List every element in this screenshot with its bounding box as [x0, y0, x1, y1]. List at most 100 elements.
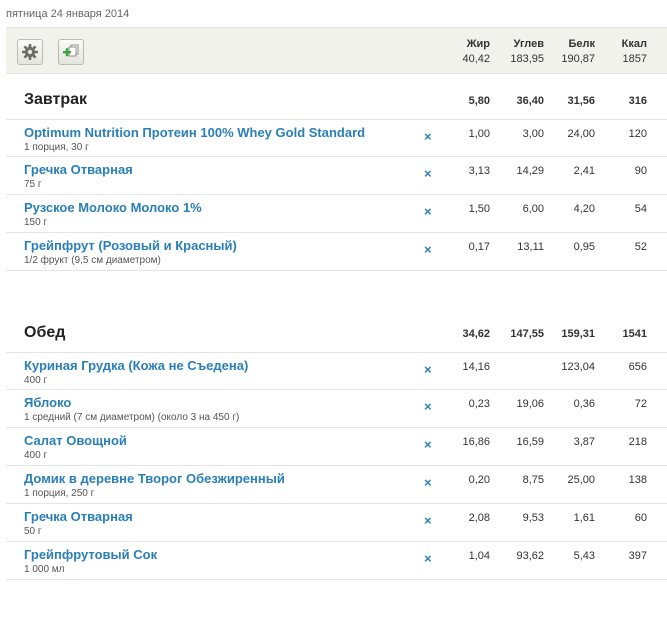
meal-breakfast-protein: 31,56 [567, 95, 595, 107]
meal-breakfast-carb: 36,40 [516, 95, 544, 107]
food-fat: 1,04 [468, 550, 490, 562]
food-name-link[interactable]: Optimum Nutrition Протеин 100% Whey Gold… [24, 125, 365, 140]
diary-header-bar: Жир Углев Белк Ккал 40,42 183,95 190,87 … [6, 27, 667, 74]
delete-icon[interactable]: × [424, 513, 432, 528]
food-carb: 6,00 [522, 203, 544, 215]
meal-breakfast-fat: 5,80 [468, 95, 490, 107]
food-kcal: 72 [634, 398, 647, 410]
food-fat: 16,86 [462, 436, 490, 448]
food-name-link[interactable]: Грейпфрут (Розовый и Красный) [24, 238, 237, 253]
column-kcal-label: Ккал [621, 38, 647, 50]
food-protein: 2,41 [573, 165, 595, 177]
food-protein: 123,04 [561, 361, 595, 373]
delete-icon[interactable]: × [424, 166, 432, 181]
food-carb: 3,00 [522, 128, 544, 140]
delete-icon[interactable]: × [424, 551, 432, 566]
food-name-link[interactable]: Яблоко [24, 395, 71, 410]
food-portion: 1 средний (7 см диаметром) (около 3 на 4… [24, 412, 240, 423]
food-name-link[interactable]: Домик в деревне Творог Обезжиренный [24, 471, 285, 486]
food-portion: 1 порция, 250 г [24, 488, 95, 499]
meal-lunch-protein: 159,31 [561, 328, 595, 340]
food-fat: 1,00 [468, 128, 490, 140]
column-protein-label: Белк [568, 38, 595, 50]
total-carb: 183,95 [510, 53, 544, 65]
food-name-link[interactable]: Гречка Отварная [24, 509, 133, 524]
food-kcal: 218 [628, 436, 647, 448]
meal-title-lunch: Обед [24, 324, 66, 341]
food-kcal: 656 [628, 361, 647, 373]
food-name-link[interactable]: Куриная Грудка (Кожа не Съедена) [24, 358, 248, 373]
food-carb: 14,29 [516, 165, 544, 177]
food-fat: 1,50 [468, 203, 490, 215]
add-copy-button[interactable] [58, 39, 84, 65]
meal-breakfast-kcal: 316 [628, 95, 647, 107]
food-fat: 0,17 [468, 241, 490, 253]
meal-lunch-kcal: 1541 [622, 328, 647, 340]
food-name-link[interactable]: Салат Овощной [24, 433, 127, 448]
delete-icon[interactable]: × [424, 204, 432, 219]
delete-icon[interactable]: × [424, 362, 432, 377]
delete-icon[interactable]: × [424, 475, 432, 490]
food-fat: 0,20 [468, 474, 490, 486]
diary-date: пятница 24 января 2014 [6, 8, 130, 20]
table-row: Гречка Отварная 75 г × 3,13 14,29 2,41 9… [6, 157, 667, 195]
food-protein: 25,00 [567, 474, 595, 486]
table-row: Салат Овощной 400 г × 16,86 16,59 3,87 2… [6, 428, 667, 466]
table-row: Грейпфрутовый Сок 1 000 мл × 1,04 93,62 … [6, 542, 667, 580]
meal-lunch-fat: 34,62 [462, 328, 490, 340]
food-portion: 400 г [24, 450, 48, 461]
food-protein: 0,95 [573, 241, 595, 253]
food-protein: 0,36 [573, 398, 595, 410]
table-row: Яблоко 1 средний (7 см диаметром) (около… [6, 390, 667, 428]
food-kcal: 397 [628, 550, 647, 562]
food-kcal: 90 [634, 165, 647, 177]
food-carb: 19,06 [516, 398, 544, 410]
food-kcal: 54 [634, 203, 647, 215]
table-row: Домик в деревне Творог Обезжиренный 1 по… [6, 466, 667, 504]
table-row: Гречка Отварная 50 г × 2,08 9,53 1,61 60 [6, 504, 667, 542]
food-kcal: 60 [634, 512, 647, 524]
food-protein: 5,43 [573, 550, 595, 562]
food-carb: 9,53 [522, 512, 544, 524]
column-carb-label: Углев [513, 38, 544, 50]
table-row: Optimum Nutrition Протеин 100% Whey Gold… [6, 119, 667, 157]
food-protein: 24,00 [567, 128, 595, 140]
total-protein: 190,87 [561, 53, 595, 65]
food-portion: 150 г [24, 217, 48, 228]
food-portion: 50 г [24, 526, 42, 537]
food-fat: 0,23 [468, 398, 490, 410]
delete-icon[interactable]: × [424, 437, 432, 452]
total-fat: 40,42 [462, 53, 490, 65]
column-fat-label: Жир [466, 38, 490, 50]
food-carb: 13,11 [517, 241, 544, 253]
food-portion: 1 000 мл [24, 564, 65, 575]
meal-lunch-carb: 147,55 [510, 328, 544, 340]
food-fat: 14,16 [462, 361, 490, 373]
delete-icon[interactable]: × [424, 129, 432, 144]
meal-title-breakfast: Завтрак [24, 91, 88, 108]
food-carb: 8,75 [522, 474, 544, 486]
food-name-link[interactable]: Гречка Отварная [24, 162, 133, 177]
food-portion: 1/2 фрукт (9,5 см диаметром) [24, 255, 161, 266]
food-kcal: 138 [628, 474, 647, 486]
settings-button[interactable] [17, 39, 43, 65]
food-name-link[interactable]: Грейпфрутовый Сок [24, 547, 157, 562]
food-name-link[interactable]: Рузское Молоко Молоко 1% [24, 200, 202, 215]
food-portion: 1 порция, 30 г [24, 142, 89, 153]
food-protein: 1,61 [573, 512, 595, 524]
add-copy-icon [63, 44, 79, 57]
food-protein: 3,87 [573, 436, 595, 448]
food-kcal: 52 [634, 241, 647, 253]
food-carb: 93,62 [516, 550, 544, 562]
gear-icon [22, 44, 38, 60]
total-kcal: 1857 [622, 53, 647, 65]
delete-icon[interactable]: × [424, 242, 432, 257]
food-carb: 16,59 [516, 436, 544, 448]
food-fat: 3,13 [468, 165, 490, 177]
food-kcal: 120 [628, 128, 647, 140]
food-fat: 2,08 [468, 512, 490, 524]
delete-icon[interactable]: × [424, 399, 432, 414]
food-portion: 400 г [24, 375, 48, 386]
food-protein: 4,20 [573, 203, 595, 215]
table-row: Куриная Грудка (Кожа не Съедена) 400 г ×… [6, 352, 667, 390]
